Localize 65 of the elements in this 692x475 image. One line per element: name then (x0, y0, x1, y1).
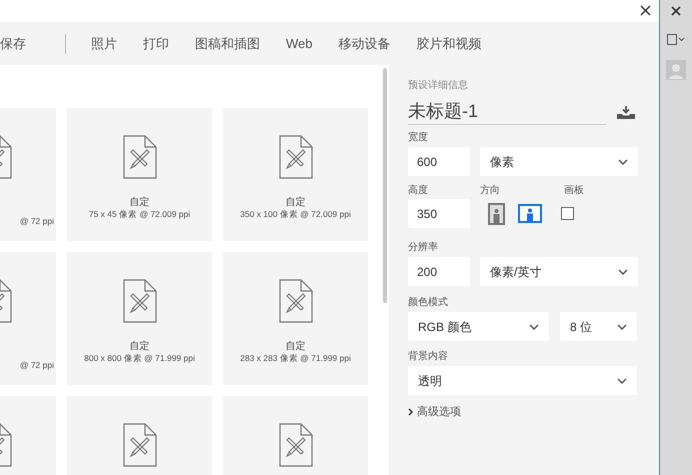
preset-size: @ 72 ppi (20, 215, 54, 228)
dropdown[interactable]: 像素/英寸 (480, 257, 638, 286)
text-input[interactable]: 600 (408, 147, 470, 176)
preset-title: 自定 (286, 341, 306, 353)
preset-tab[interactable]: 胶片和视频 (404, 22, 494, 65)
field-label: 高度 (408, 185, 429, 197)
chevron-down-icon (529, 324, 539, 330)
user-silhouette-icon (666, 60, 686, 80)
section-heading: 预设详细信息 (408, 80, 469, 92)
chevron-down-icon (617, 324, 627, 330)
advanced-options-toggle[interactable]: 高级选项 (408, 404, 638, 420)
landscape-orientation-icon[interactable] (518, 204, 542, 223)
document-name-field[interactable]: 未标题-1 (408, 98, 606, 125)
dropdown[interactable]: 透明 (408, 366, 637, 395)
artboard-checkbox[interactable] (561, 207, 574, 220)
document-icon (278, 279, 312, 323)
preset-tab[interactable]: 照片 (78, 22, 130, 65)
preset-card[interactable]: 自定 800 x 800 像素 @ 71.999 ppi (67, 252, 212, 385)
chevron-down-icon (618, 268, 628, 274)
preset-card[interactable]: 自定 350 x 100 像素 @ 72.009 ppi (223, 108, 368, 241)
preset-tab[interactable]: 移动设备 (326, 22, 404, 65)
text-input[interactable]: 200 (408, 257, 470, 286)
preset-size: 283 x 283 像素 @ 71.999 ppi (240, 353, 351, 364)
preset-tab[interactable]: 打印 (130, 22, 182, 65)
scrollbar-thumb[interactable] (383, 68, 387, 303)
field-label: 颜色模式 (408, 297, 449, 309)
document-icon (278, 135, 312, 179)
document-icon (122, 423, 156, 467)
close-icon (671, 6, 681, 16)
chevron-right-icon (408, 408, 413, 416)
preset-card[interactable]: @ 72 ppi (0, 252, 56, 385)
download-icon[interactable] (617, 106, 635, 119)
preset-title: 自定 (286, 197, 306, 209)
chevron-down-icon (617, 378, 627, 384)
field-label: 方向 (480, 185, 501, 197)
field-label: 分辨率 (408, 242, 439, 254)
preset-title: 自定 (130, 341, 150, 353)
portrait-orientation-icon[interactable] (488, 202, 505, 224)
field-label: 背景内容 (408, 351, 449, 363)
preset-tab[interactable]: Web (273, 22, 326, 65)
preset-card[interactable]: 自定 283 x 283 像素 @ 71.999 ppi (223, 252, 368, 385)
document-icon (278, 423, 312, 467)
dropdown[interactable]: RGB 颜色 (408, 312, 549, 341)
preset-card[interactable] (223, 396, 368, 475)
field-label: 画板 (564, 185, 584, 197)
text-input[interactable]: 350 (408, 199, 470, 228)
preset-size: @ 72 ppi (20, 359, 54, 372)
close-icon[interactable] (640, 5, 651, 16)
preset-tab[interactable]: 图稿和插图 (182, 22, 273, 65)
preset-card[interactable] (67, 396, 212, 475)
preset-card[interactable]: 自定 75 x 45 像素 @ 72.009 ppi (67, 108, 212, 241)
document-icon (122, 135, 156, 179)
preset-size: 350 x 100 像素 @ 72.009 ppi (240, 209, 351, 220)
preset-tab[interactable]: 保存 (0, 22, 39, 65)
preset-size: 800 x 800 像素 @ 71.999 ppi (84, 353, 195, 364)
preset-title: 自定 (130, 197, 150, 209)
document-icon (122, 279, 156, 323)
dropdown[interactable]: 像素 (480, 147, 638, 176)
preset-card[interactable]: @ 72 ppi (0, 108, 56, 241)
window-icon (667, 34, 685, 46)
dropdown[interactable]: 8 位 (560, 312, 637, 341)
preset-size: 75 x 45 像素 @ 72.009 ppi (88, 209, 190, 220)
preset-card[interactable] (0, 396, 56, 475)
chevron-down-icon (618, 158, 628, 164)
field-label: 宽度 (408, 132, 429, 144)
